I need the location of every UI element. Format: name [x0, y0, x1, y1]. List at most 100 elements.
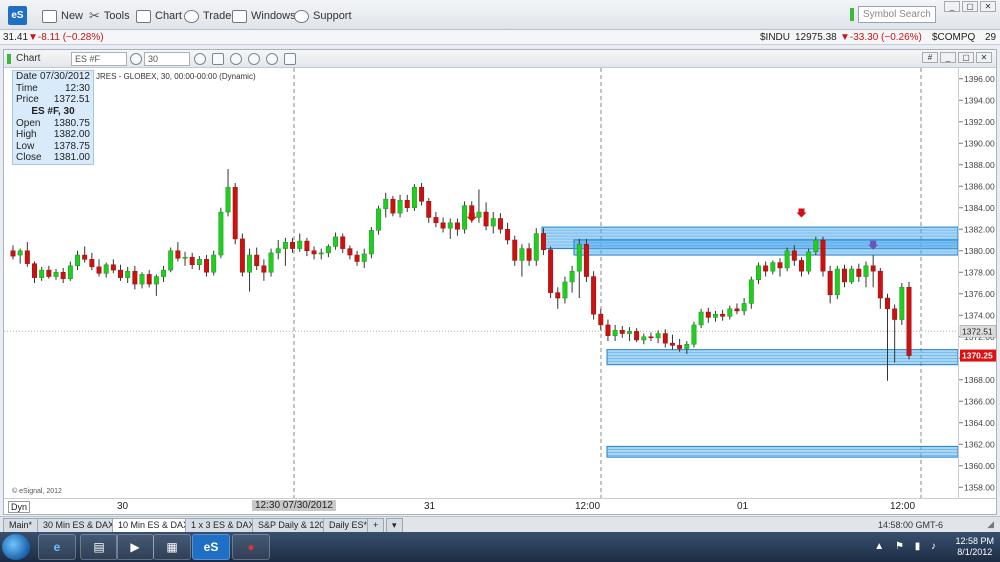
candle: [755, 262, 761, 285]
candle-body: [204, 259, 210, 273]
minimize-button[interactable]: _: [944, 1, 960, 12]
time-tick-label: 12:00: [890, 501, 916, 512]
chart-close-button[interactable]: ✕: [976, 52, 992, 63]
price-tick-label: 1362.00: [964, 439, 995, 449]
price-tick-label: 1386.00: [964, 181, 995, 191]
candle: [39, 266, 45, 281]
candle: [189, 252, 195, 270]
candle: [376, 205, 382, 235]
candle-body: [799, 260, 804, 272]
refresh-icon[interactable]: [230, 53, 242, 65]
ticker-compq-symbol[interactable]: $COMPQ: [932, 32, 975, 43]
candle: [318, 248, 324, 260]
candle-body: [376, 208, 382, 231]
price-tick-label: 1384.00: [964, 203, 995, 213]
candle: [849, 265, 855, 285]
ie-icon[interactable]: e: [38, 534, 76, 560]
candle-body: [275, 248, 281, 254]
candle: [53, 269, 59, 280]
price-chart[interactable]: [4, 68, 958, 498]
candle: [275, 240, 281, 260]
candle: [239, 233, 245, 277]
interval-icon[interactable]: [130, 53, 142, 65]
close-button[interactable]: ✕: [980, 1, 996, 12]
chart-grid-button[interactable]: #: [922, 52, 938, 63]
candle-body: [261, 265, 267, 273]
candle-body: [132, 270, 138, 285]
maximize-button[interactable]: ▢: [962, 1, 978, 12]
candle: [605, 319, 611, 342]
settings-icon[interactable]: [266, 53, 278, 65]
candle: [870, 255, 876, 288]
candle: [168, 247, 174, 273]
pencil-icon[interactable]: [212, 53, 224, 65]
candle: [361, 248, 367, 268]
candle: [340, 233, 346, 253]
play-icon[interactable]: [248, 53, 260, 65]
esignal-logo[interactable]: eS: [8, 6, 27, 25]
candle-body: [146, 274, 152, 285]
time-axis[interactable]: Dyn 30 12:30 07/30/2012 31 12:00 01 12:0…: [4, 498, 996, 514]
price-axis[interactable]: 1358.00 1360.00 1362.00 1364.00 1366.00 1368.…: [958, 68, 997, 498]
candle-body: [476, 211, 482, 218]
tray-clock[interactable]: 12:58 PM 8/1/2012: [955, 536, 994, 558]
time-tick-label: 01: [737, 501, 749, 512]
candle-body: [404, 199, 410, 209]
candle: [67, 261, 73, 281]
price-axis-labels: 1358.00 1360.00 1362.00 1364.00 1366.00 1368.…: [959, 74, 997, 492]
candle: [476, 189, 482, 223]
candle-body: [548, 249, 554, 293]
explorer-folder-icon[interactable]: ▤: [80, 534, 118, 560]
menu-trade[interactable]: Trade: [184, 8, 231, 24]
info-label: High: [16, 129, 37, 140]
price-tick-label: 1390.00: [964, 138, 995, 148]
menu-windows[interactable]: Windows: [232, 8, 296, 24]
chart-minimize-button[interactable]: _: [940, 52, 956, 63]
time-tick-label: 30: [117, 501, 129, 512]
media-player-icon[interactable]: ▶: [116, 534, 154, 560]
menu-chart[interactable]: Chart: [136, 8, 182, 24]
dyn-label[interactable]: Dyn: [8, 501, 31, 513]
tray-icons[interactable]: ▲ ⚑ ▮ ♪: [874, 541, 940, 552]
chart-plot-area[interactable]: [4, 68, 958, 498]
network-app-icon[interactable]: ▦: [153, 534, 191, 560]
start-button[interactable]: [2, 534, 30, 560]
candle-body: [777, 262, 783, 269]
candle: [799, 257, 804, 277]
resize-grip-icon: ◢: [987, 519, 994, 529]
candle-body: [684, 344, 690, 349]
esignal-taskbar-icon[interactable]: eS: [192, 534, 230, 560]
symbol-search-input[interactable]: Symbol Search: [858, 6, 936, 23]
menu-tools[interactable]: ✂ Tools: [89, 8, 130, 24]
chart-maximize-button[interactable]: ▢: [958, 52, 974, 63]
tab-menu-button[interactable]: ▾: [386, 518, 403, 532]
menu-support-label: Support: [313, 10, 352, 22]
candle-body: [605, 324, 611, 336]
candle: [490, 212, 496, 234]
tab-main[interactable]: Main*: [3, 518, 39, 532]
menu-support[interactable]: Support: [294, 8, 352, 24]
ticker-indu-symbol[interactable]: $INDU: [760, 32, 790, 43]
candle: [440, 217, 446, 233]
candle: [232, 183, 238, 245]
candle: [662, 329, 668, 348]
clock-icon[interactable]: [194, 53, 206, 65]
candle-body: [440, 222, 446, 229]
candle: [89, 252, 95, 271]
candle-body: [318, 252, 324, 255]
symbol-field[interactable]: ES #F: [71, 52, 127, 66]
add-tab-button[interactable]: +: [367, 518, 385, 532]
candle: [125, 266, 131, 283]
candle-body: [390, 198, 396, 214]
menu-new[interactable]: New: [42, 8, 83, 24]
tab-sp-daily[interactable]: S&P Daily & 120*: [252, 518, 334, 532]
interval-field[interactable]: 30: [144, 52, 190, 66]
tab-daily-es[interactable]: Daily ES*: [323, 518, 374, 532]
candle-body: [626, 331, 632, 334]
candle: [390, 195, 396, 217]
tab-30min[interactable]: 30 Min ES & DAX*: [37, 518, 124, 532]
candle: [139, 272, 145, 289]
link-icon[interactable]: [284, 53, 296, 65]
candle-body: [139, 274, 145, 285]
record-app-icon[interactable]: ●: [232, 534, 270, 560]
